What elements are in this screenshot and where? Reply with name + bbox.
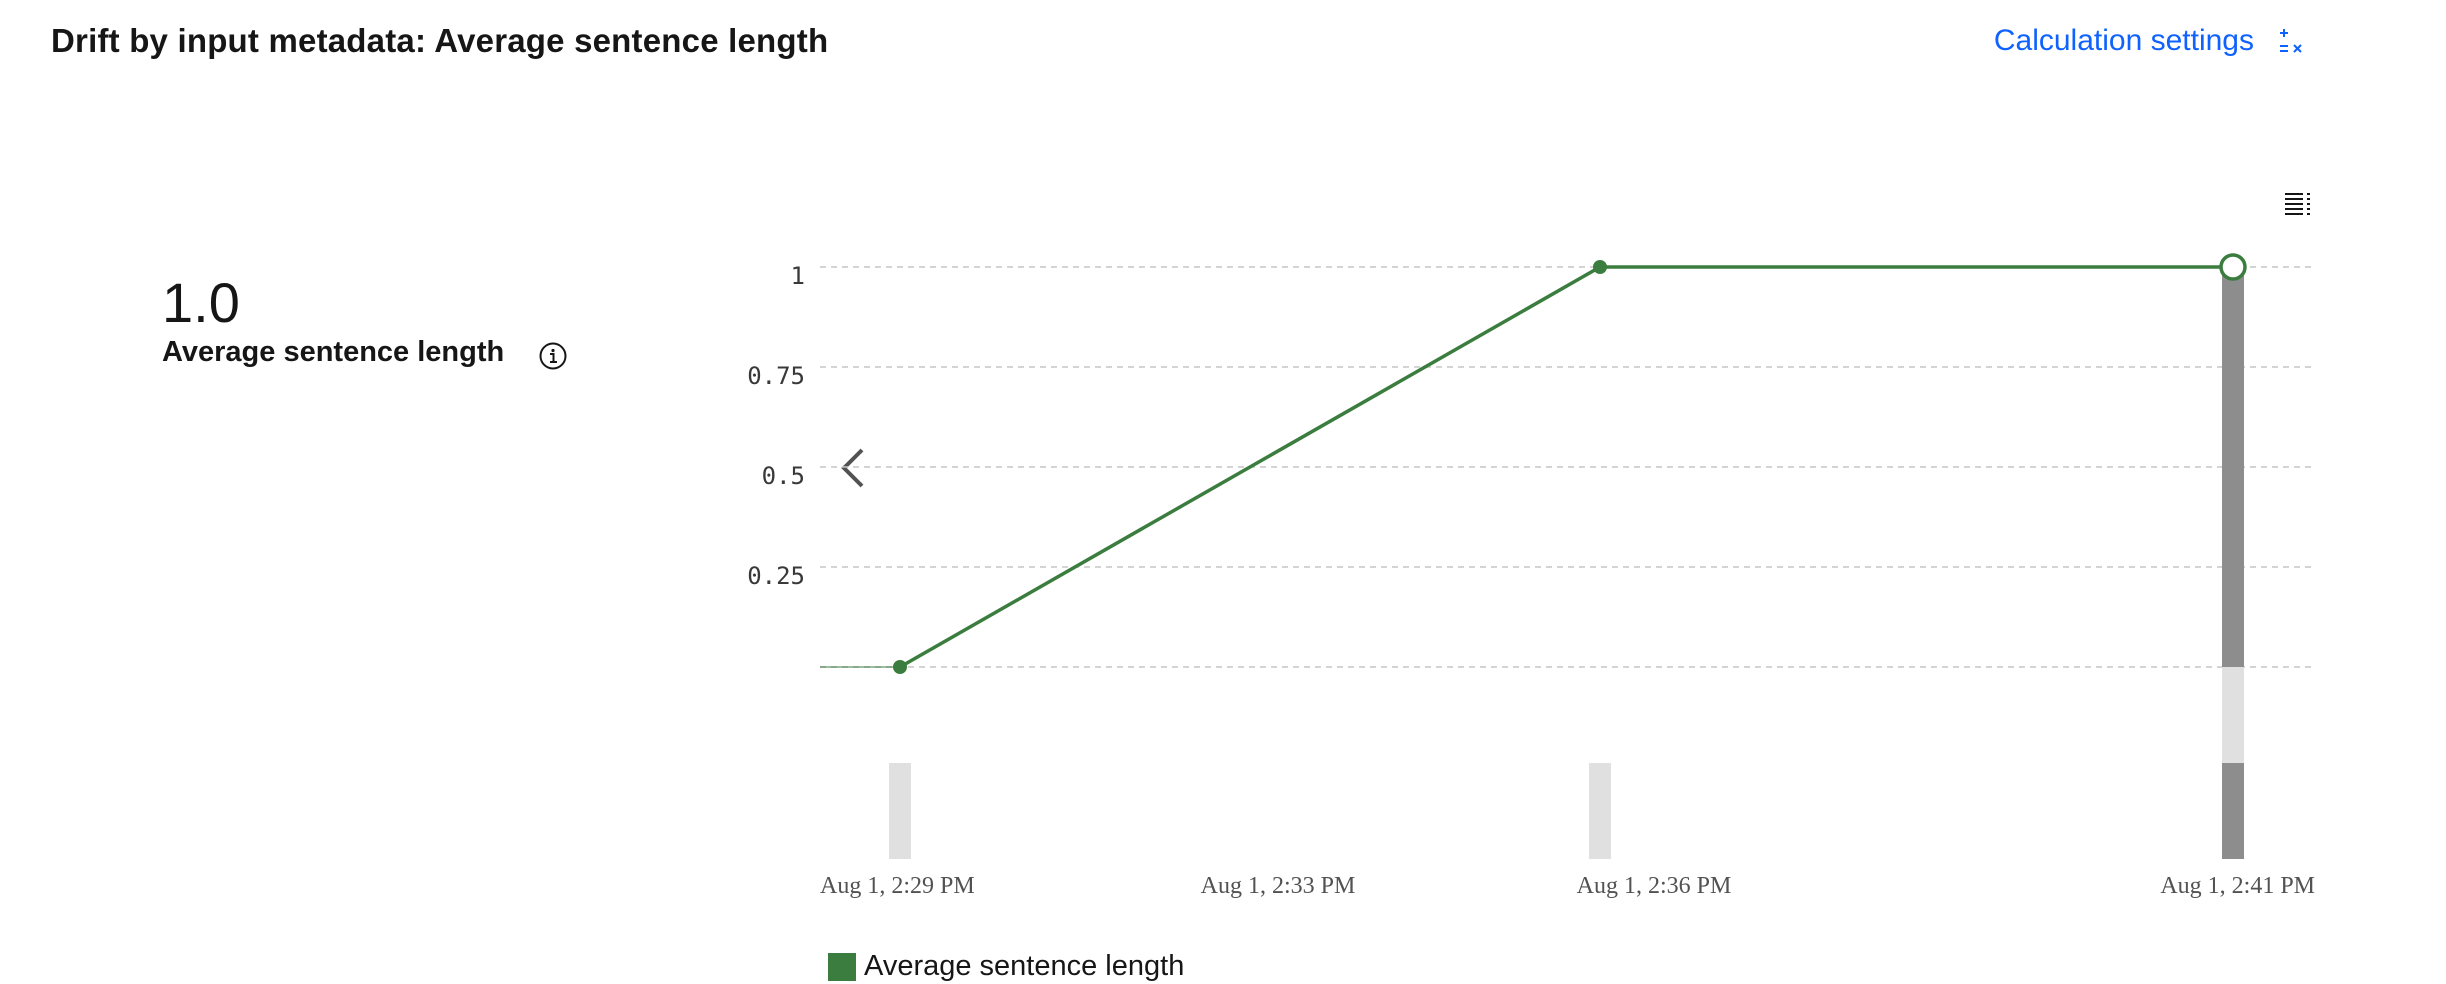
timeline-bar[interactable] bbox=[1589, 763, 1611, 859]
data-point[interactable] bbox=[893, 660, 907, 674]
y-tick-label: 0.5 bbox=[762, 462, 805, 490]
y-tick-label: 0.75 bbox=[747, 362, 805, 390]
selected-range-bar[interactable] bbox=[2222, 267, 2244, 667]
line-chart: 0.25 0.5 0.75 1 Aug 1, 2:29 PM Aug 1, 2:33 PM… bbox=[747, 253, 2315, 899]
legend-swatch bbox=[828, 952, 856, 981]
chart-legend[interactable]: Average sentence length bbox=[828, 950, 1184, 983]
legend-label: Average sentence length bbox=[864, 950, 1185, 982]
y-tick-label: 0.25 bbox=[747, 562, 805, 590]
y-tick-label: 1 bbox=[791, 262, 805, 290]
x-tick-label: Aug 1, 2:29 PM bbox=[820, 873, 975, 899]
timeline-bar[interactable] bbox=[889, 763, 911, 859]
selected-range-gap bbox=[2222, 667, 2244, 763]
data-point-selected[interactable] bbox=[2219, 253, 2247, 281]
x-tick-label: Aug 1, 2:33 PM bbox=[1201, 873, 1356, 899]
x-tick-label: Aug 1, 2:41 PM bbox=[2160, 873, 2315, 899]
x-tick-label: Aug 1, 2:36 PM bbox=[1577, 873, 1732, 899]
timeline-bar[interactable] bbox=[2222, 763, 2244, 859]
data-point[interactable] bbox=[1593, 260, 1607, 274]
